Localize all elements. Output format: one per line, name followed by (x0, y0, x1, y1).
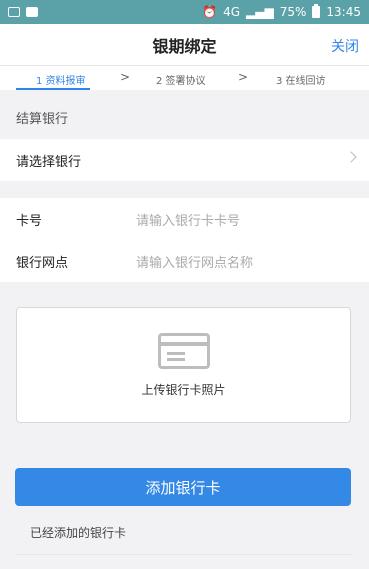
card-number-field[interactable]: 卡号 请输入银行卡卡号 (0, 198, 369, 240)
upload-card-photo[interactable]: 上传银行卡照片 (16, 307, 351, 423)
signal-icon: ▂▄▆ (246, 5, 274, 19)
add-bank-card-button[interactable]: 添加银行卡 (15, 468, 351, 506)
branch-input[interactable]: 请输入银行网点名称 (136, 252, 253, 271)
step-3: 3 在线回访 (276, 76, 326, 87)
upload-label: 上传银行卡照片 (141, 382, 226, 397)
signal-text: 4G (223, 5, 241, 19)
chevron-right-icon (345, 151, 357, 163)
step-2: 2 签署协议 (156, 76, 206, 87)
page-title: 银期绑定 (152, 36, 217, 56)
branch-field[interactable]: 银行网点 请输入银行网点名称 (0, 240, 369, 282)
card-number-input[interactable]: 请输入银行卡卡号 (136, 210, 240, 229)
divider (16, 554, 353, 555)
section-title: 结算银行 (16, 111, 69, 127)
progress-steps: 1 资料报审 > 2 签署协议 > 3 在线回访 (0, 66, 369, 90)
close-button[interactable]: 关闭 (331, 36, 359, 56)
step-arrow: > (238, 70, 249, 84)
bank-select-label: 请选择银行 (16, 154, 82, 170)
battery-text: 75% (279, 5, 307, 19)
status-bar: ⏰ 4G ▂▄▆ 75% 13:45 (0, 0, 369, 24)
branch-label: 银行网点 (16, 255, 69, 271)
clock: 13:45 (326, 5, 361, 19)
alarm-icon: ⏰ (202, 5, 218, 19)
step-arrow: > (120, 70, 131, 84)
battery-icon (312, 4, 321, 18)
bank-card-icon (157, 332, 210, 369)
active-step-indicator (16, 88, 90, 90)
message-icon (8, 7, 20, 17)
nav-bar: 银期绑定 关闭 (0, 24, 369, 66)
added-cards-label: 已经添加的银行卡 (30, 526, 127, 540)
image-icon (26, 7, 38, 17)
card-number-label: 卡号 (16, 213, 43, 229)
bank-select[interactable]: 请选择银行 (0, 139, 369, 181)
step-1: 1 资料报审 (36, 76, 86, 87)
